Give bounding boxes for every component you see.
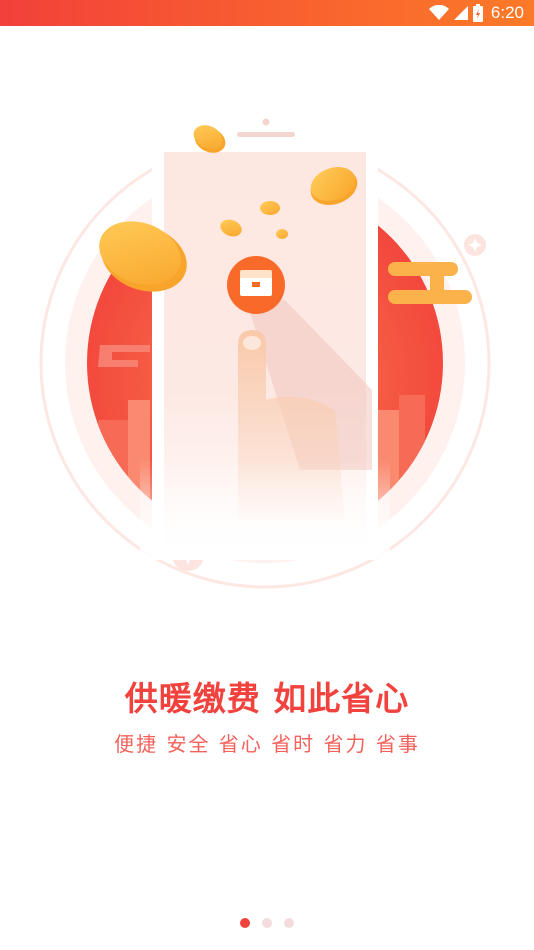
- page-indicator: [0, 918, 534, 928]
- headline: 供暖缴费 如此省心: [124, 679, 410, 718]
- wifi-icon: [428, 5, 449, 20]
- battery-icon: [472, 4, 483, 22]
- phone-graphic: [140, 100, 390, 560]
- signal-icon: [453, 6, 468, 20]
- status-icons: 6:20: [428, 0, 524, 26]
- page-dot-1[interactable]: [240, 918, 250, 928]
- subline: 便捷 安全 省心 省时 省力 省事: [114, 732, 420, 756]
- status-bar: 6:20: [0, 0, 534, 26]
- onboarding-illustration: [39, 100, 491, 589]
- page-dot-3[interactable]: [284, 918, 294, 928]
- page-dot-2[interactable]: [262, 918, 272, 928]
- status-time: 6:20: [490, 3, 524, 22]
